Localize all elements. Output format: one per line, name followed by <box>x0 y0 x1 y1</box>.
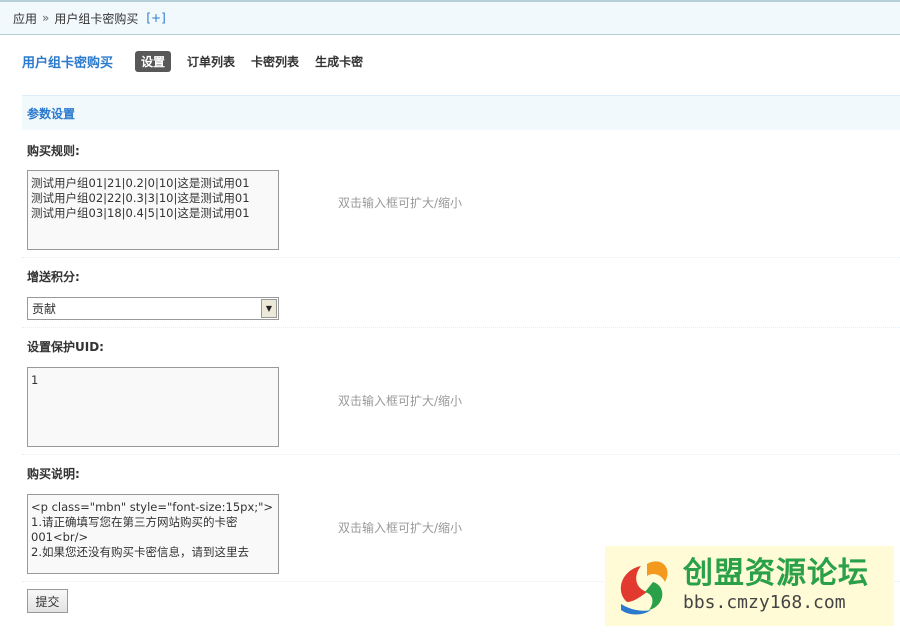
protect-uid-label: 设置保护UID: <box>27 340 104 354</box>
forum-logo-icon <box>620 561 668 615</box>
purchase-notes-input[interactable] <box>27 494 279 574</box>
add-shortcut-link[interactable]: [+] <box>146 11 165 25</box>
section-title: 参数设置 <box>22 95 900 130</box>
purchase-notes-hint: 双击输入框可扩大/缩小 <box>338 521 463 535</box>
watermark-url: bbs.cmzy168.com <box>683 592 846 613</box>
tab-settings[interactable]: 设置 <box>135 50 172 72</box>
breadcrumb-current[interactable]: 用户组卡密购买 <box>54 10 138 27</box>
purchase-rules-label: 购买规则: <box>27 144 80 158</box>
protect-uid-input[interactable] <box>27 367 279 447</box>
tab-card-list[interactable]: 卡密列表 <box>251 53 299 70</box>
purchase-rules-input[interactable] <box>27 170 279 250</box>
page-title: 用户组卡密购买 <box>22 55 114 71</box>
tab-order-list[interactable]: 订单列表 <box>187 53 235 70</box>
divider <box>22 454 900 455</box>
breadcrumb-separator: » <box>42 11 50 25</box>
purchase-rules-hint: 双击输入框可扩大/缩小 <box>338 196 463 210</box>
chevron-down-icon[interactable]: ▼ <box>261 299 277 318</box>
divider <box>22 257 900 258</box>
breadcrumb-root[interactable]: 应用 <box>13 10 37 27</box>
breadcrumb: 应用 » 用户组卡密购买 [+] <box>0 0 900 35</box>
bonus-credit-label: 增送积分: <box>27 270 80 284</box>
purchase-notes-label: 购买说明: <box>27 467 80 481</box>
submit-button[interactable]: 提交 <box>27 589 68 613</box>
protect-uid-hint: 双击输入框可扩大/缩小 <box>338 394 463 408</box>
bonus-credit-value: 贡献 <box>32 302 57 316</box>
watermark-title: 创盟资源论坛 <box>683 556 869 591</box>
bonus-credit-select[interactable]: 贡献 ▼ <box>27 297 279 320</box>
tab-generate-cards[interactable]: 生成卡密 <box>315 53 363 70</box>
watermark: 创盟资源论坛 bbs.cmzy168.com <box>605 546 894 626</box>
divider <box>22 327 900 328</box>
header: 用户组卡密购买 设置 订单列表 卡密列表 生成卡密 <box>22 50 379 72</box>
